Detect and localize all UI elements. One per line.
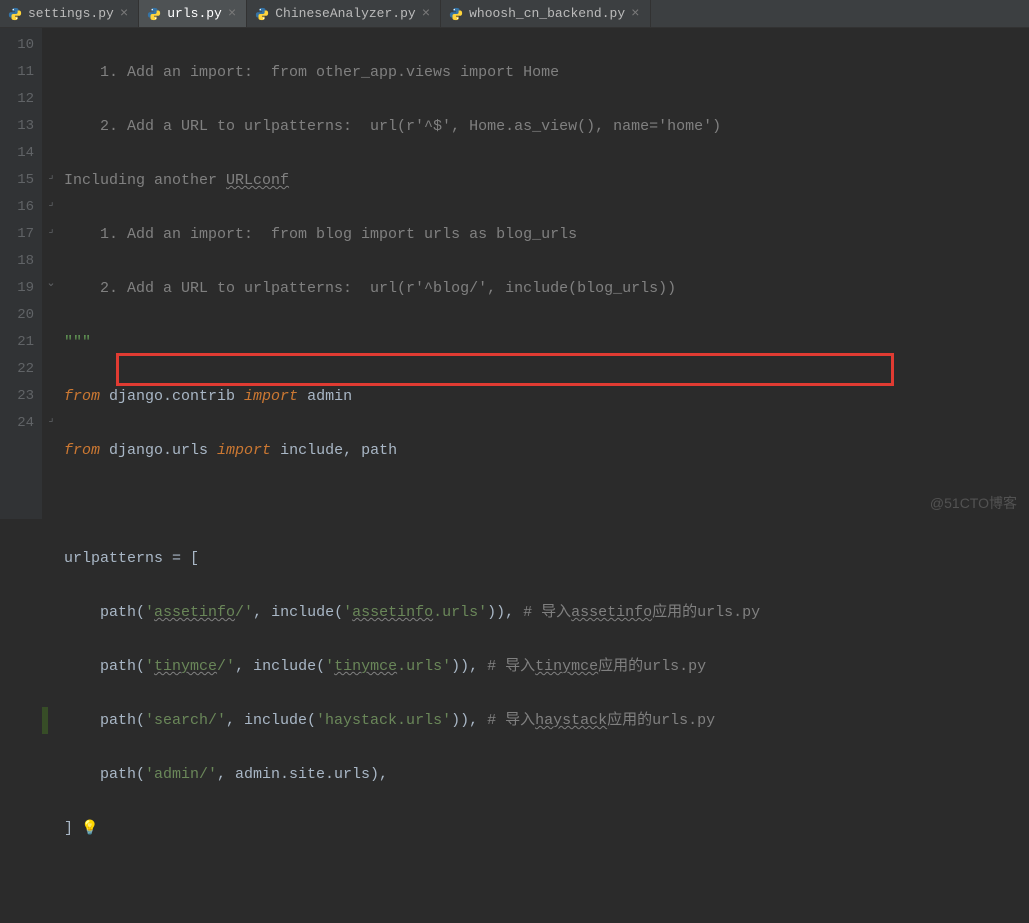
code-text: path( [64, 766, 145, 783]
code-text: 'search/' [145, 712, 226, 729]
line-number: 16 [14, 194, 34, 221]
code-text: django.contrib [109, 388, 244, 405]
code-text: 'assetinfo.urls' [343, 604, 487, 621]
code-text: , include( [253, 604, 343, 621]
code-text: ] [64, 820, 73, 837]
code-text: path( [64, 712, 145, 729]
line-number: 23 [14, 383, 34, 410]
code-text: # 导入tinymce应用的urls.py [487, 658, 706, 675]
close-icon[interactable]: × [631, 7, 639, 21]
code-area[interactable]: 1. Add an import: from other_app.views i… [60, 28, 1029, 519]
code-text: , admin.site.urls), [217, 766, 388, 783]
code-text: )), [487, 604, 523, 621]
code-text: from [64, 388, 109, 405]
python-icon [8, 7, 22, 21]
code-text: admin [307, 388, 352, 405]
code-text: 'tinymce/' [145, 658, 235, 675]
close-icon[interactable]: × [120, 7, 128, 21]
code-text: 2. Add a URL to urlpatterns: url(r'^$', … [64, 118, 721, 135]
python-icon [147, 7, 161, 21]
line-number: 24 [14, 410, 34, 437]
code-text: 'admin/' [145, 766, 217, 783]
tab-whoosh-cn-backend-py[interactable]: whoosh_cn_backend.py × [441, 0, 650, 27]
code-text: )), [451, 658, 487, 675]
watermark: @51CTO博客 [930, 493, 1017, 513]
tab-bar: settings.py × urls.py × ChineseAnalyzer.… [0, 0, 1029, 28]
fold-column: ⌟ ⌟ ⌟ ⌄ ⌟ [42, 28, 60, 519]
code-text: django.urls [109, 442, 217, 459]
line-number: 17 [14, 221, 34, 248]
fold-end-icon[interactable]: ⌟ [42, 406, 60, 433]
tab-label: ChineseAnalyzer.py [275, 6, 415, 21]
intention-bulb-icon[interactable]: 💡 [73, 821, 99, 837]
code-text: urlpatterns = [ [64, 550, 199, 567]
tab-label: whoosh_cn_backend.py [469, 6, 625, 21]
annotation-highlight [116, 353, 894, 386]
change-marker [42, 707, 48, 734]
tab-chineseanalyzer-py[interactable]: ChineseAnalyzer.py × [247, 0, 441, 27]
fold-end-icon[interactable]: ⌟ [42, 217, 60, 244]
line-number: 14 [14, 140, 34, 167]
python-icon [255, 7, 269, 21]
tab-label: settings.py [28, 6, 114, 21]
tab-label: urls.py [167, 6, 222, 21]
line-number-gutter: 101112131415161718192021222324 [0, 28, 42, 519]
line-number: 18 [14, 248, 34, 275]
code-text: path( [64, 604, 145, 621]
line-number: 13 [14, 113, 34, 140]
code-text: # 导入assetinfo应用的urls.py [523, 604, 760, 621]
code-text: 2. Add a URL to urlpatterns: url(r'^blog… [64, 280, 676, 297]
code-text: , include( [226, 712, 316, 729]
line-number: 15 [14, 167, 34, 194]
python-icon [449, 7, 463, 21]
fold-start-icon[interactable]: ⌄ [42, 271, 60, 298]
fold-end-icon[interactable]: ⌟ [42, 190, 60, 217]
line-number: 12 [14, 86, 34, 113]
code-text: 'assetinfo/' [145, 604, 253, 621]
fold-end-icon[interactable]: ⌟ [42, 163, 60, 190]
code-text: import [217, 442, 280, 459]
code-text: from [64, 442, 109, 459]
tab-settings-py[interactable]: settings.py × [0, 0, 139, 27]
code-text: import [244, 388, 307, 405]
code-text: path( [64, 658, 145, 675]
line-number: 21 [14, 329, 34, 356]
code-text: 1. Add an import: from blog import urls … [64, 226, 577, 243]
code-text: include, path [280, 442, 397, 459]
line-number: 19 [14, 275, 34, 302]
close-icon[interactable]: × [422, 7, 430, 21]
code-text: # 导入haystack应用的urls.py [487, 712, 715, 729]
line-number: 22 [14, 356, 34, 383]
code-text: )), [451, 712, 487, 729]
tab-urls-py[interactable]: urls.py × [139, 0, 247, 27]
close-icon[interactable]: × [228, 7, 236, 21]
code-text: 'haystack.urls' [316, 712, 451, 729]
code-text: Including another URLconf [64, 172, 289, 189]
code-text: 'tinymce.urls' [325, 658, 451, 675]
line-number: 20 [14, 302, 34, 329]
code-text: , include( [235, 658, 325, 675]
code-text: """ [64, 334, 91, 351]
code-text: 1. Add an import: from other_app.views i… [64, 64, 559, 81]
editor: 101112131415161718192021222324 ⌟ ⌟ ⌟ ⌄ ⌟… [0, 28, 1029, 519]
line-number: 10 [14, 32, 34, 59]
line-number: 11 [14, 59, 34, 86]
